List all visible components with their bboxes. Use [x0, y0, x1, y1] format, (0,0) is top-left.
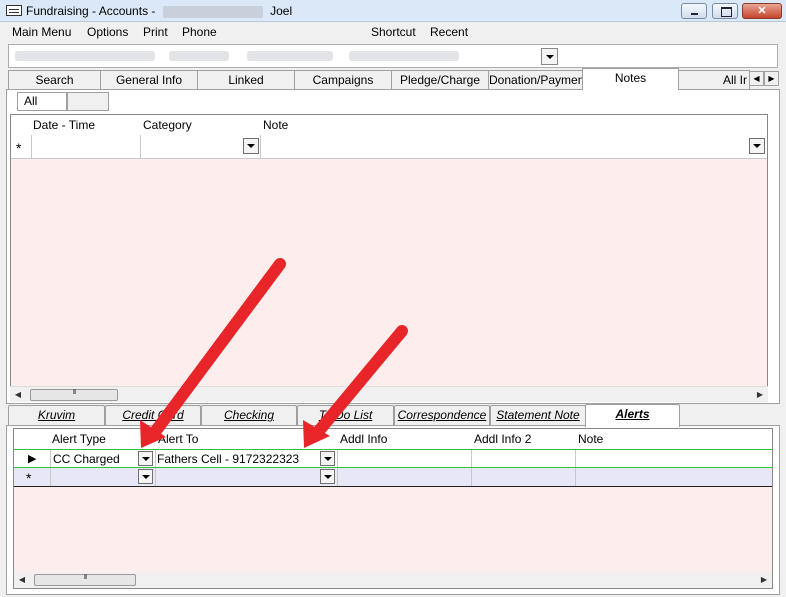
- chevron-down-icon[interactable]: [320, 451, 335, 466]
- chevron-down-icon[interactable]: [749, 138, 765, 154]
- tab-donation-payment[interactable]: Donation/Payment: [488, 70, 583, 89]
- tab-notes[interactable]: Notes: [582, 68, 679, 90]
- window-title: Fundraising - Accounts - Joel: [26, 4, 292, 18]
- filter-tab-blank[interactable]: [67, 92, 109, 111]
- scrollbar-thumb[interactable]: [34, 574, 136, 586]
- tab-search[interactable]: Search: [8, 70, 101, 89]
- tab-kruvim[interactable]: Kruvim: [8, 405, 105, 425]
- tab-checking[interactable]: Checking: [201, 405, 297, 425]
- column-header-date-time[interactable]: Date - Time: [33, 118, 95, 132]
- menu-phone[interactable]: Phone: [182, 25, 217, 39]
- chevron-down-icon[interactable]: [138, 451, 153, 466]
- arrow-left-icon[interactable]: ◀: [14, 572, 30, 588]
- column-header-addl-info-2[interactable]: Addl Info 2: [474, 432, 531, 446]
- notes-horizontal-scrollbar[interactable]: ◀ ▶: [10, 386, 768, 402]
- tab-to-do-list[interactable]: To Do List: [297, 405, 394, 425]
- new-row-marker: *: [26, 470, 32, 486]
- menu-shortcut[interactable]: Shortcut: [371, 25, 416, 39]
- arrow-right-icon[interactable]: ▶: [756, 572, 772, 588]
- alerts-horizontal-scrollbar[interactable]: ◀ ▶: [14, 572, 772, 588]
- column-divider: [50, 450, 51, 467]
- window-title-suffix: Joel: [270, 4, 293, 18]
- column-divider: [140, 135, 141, 159]
- redacted-field: [169, 51, 229, 61]
- current-row-marker: ▶: [28, 453, 37, 465]
- redacted-field: [349, 51, 459, 61]
- tab-statement-note[interactable]: Statement Note: [490, 405, 586, 425]
- column-divider: [471, 450, 472, 467]
- tab-linked[interactable]: Linked: [197, 70, 295, 89]
- column-header-note[interactable]: Note: [263, 118, 288, 132]
- arrow-right-icon[interactable]: ▶: [764, 71, 779, 86]
- arrow-left-icon[interactable]: ◀: [10, 387, 26, 403]
- chevron-down-icon[interactable]: [541, 48, 558, 65]
- tab-general-info[interactable]: General Info: [100, 70, 198, 89]
- column-divider: [260, 135, 261, 159]
- tab-all-info[interactable]: All Ir: [678, 70, 750, 89]
- column-header-alert-type[interactable]: Alert Type: [52, 432, 106, 446]
- close-button[interactable]: [742, 3, 782, 19]
- column-divider: [575, 450, 576, 467]
- column-divider: [575, 468, 576, 486]
- column-divider: [337, 468, 338, 486]
- alert-to-cell[interactable]: Fathers Cell - 9172322323: [157, 452, 299, 466]
- column-divider: [155, 468, 156, 486]
- chevron-down-icon[interactable]: [243, 138, 259, 154]
- account-lookup-combo[interactable]: [8, 44, 778, 68]
- new-row-marker: *: [16, 140, 22, 156]
- menu-options[interactable]: Options: [87, 25, 128, 39]
- column-header-addl-info[interactable]: Addl Info: [340, 432, 387, 446]
- arrow-right-icon[interactable]: ▶: [752, 387, 768, 403]
- redacted-field: [15, 51, 155, 61]
- column-divider: [471, 468, 472, 486]
- alerts-new-row[interactable]: *: [14, 468, 772, 487]
- column-divider: [155, 450, 156, 467]
- tab-credit-card[interactable]: Credit Card: [105, 405, 201, 425]
- alerts-grid-header: Alert Type Alert To Addl Info Addl Info …: [14, 429, 772, 449]
- menu-recent[interactable]: Recent: [430, 25, 468, 39]
- tab-correspondence[interactable]: Correspondence: [394, 405, 490, 425]
- chevron-down-icon[interactable]: [138, 469, 153, 484]
- column-divider: [50, 468, 51, 486]
- redacted-field: [247, 51, 333, 61]
- tab-scroll-buttons: ◀ ▶: [749, 71, 779, 86]
- form-icon[interactable]: [6, 5, 22, 16]
- alert-type-cell[interactable]: CC Charged: [53, 452, 120, 466]
- chevron-down-icon[interactable]: [320, 469, 335, 484]
- main-tab-strip: Search General Info Linked Campaigns Ple…: [0, 68, 786, 90]
- maximize-button[interactable]: [712, 3, 738, 19]
- column-header-category[interactable]: Category: [143, 118, 192, 132]
- window-title-prefix: Fundraising - Accounts -: [26, 4, 156, 18]
- tab-alerts[interactable]: Alerts: [585, 404, 680, 427]
- scrollbar-thumb[interactable]: [30, 389, 118, 401]
- table-row[interactable]: ▶ CC Charged Fathers Cell - 9172322323: [14, 449, 772, 468]
- tab-pledge-charge[interactable]: Pledge/Charge: [391, 70, 489, 89]
- notes-new-row[interactable]: *: [11, 135, 767, 159]
- notes-grid: Date - Time Category Note *: [10, 114, 768, 402]
- menu-bar: Main Menu Options Print Phone Shortcut R…: [0, 22, 786, 42]
- arrow-left-icon[interactable]: ◀: [749, 71, 764, 86]
- menu-main-menu[interactable]: Main Menu: [12, 25, 71, 39]
- column-divider: [31, 135, 32, 159]
- sub-tab-strip: Kruvim Credit Card Checking To Do List C…: [0, 404, 786, 427]
- column-header-note[interactable]: Note: [578, 432, 603, 446]
- column-divider: [337, 450, 338, 467]
- column-header-alert-to[interactable]: Alert To: [158, 432, 198, 446]
- title-bar: Fundraising - Accounts - Joel: [0, 0, 786, 22]
- redacted-account-name: [162, 5, 263, 18]
- minimize-button[interactable]: [681, 3, 707, 19]
- tab-campaigns[interactable]: Campaigns: [294, 70, 392, 89]
- filter-tab-all[interactable]: All: [17, 92, 67, 111]
- menu-print[interactable]: Print: [143, 25, 168, 39]
- notes-grid-header: Date - Time Category Note: [11, 115, 767, 135]
- alerts-grid: Alert Type Alert To Addl Info Addl Info …: [13, 428, 773, 589]
